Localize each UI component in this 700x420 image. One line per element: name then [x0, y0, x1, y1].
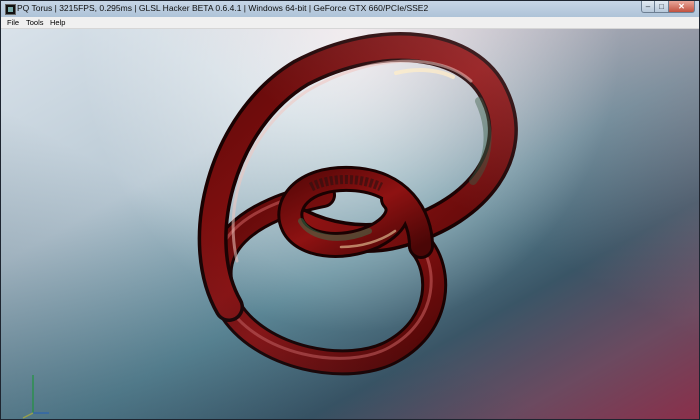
close-button[interactable]: ✕: [669, 1, 695, 13]
minimize-button[interactable]: –: [641, 1, 655, 13]
axis-gizmo: [22, 375, 49, 419]
close-icon: ✕: [678, 2, 685, 11]
torus-knot-render: [197, 32, 518, 376]
title-bar[interactable]: PQ Torus | 3215FPS, 0.295ms | GLSL Hacke…: [1, 1, 699, 17]
minimize-icon: –: [645, 2, 651, 11]
menu-help[interactable]: Help: [50, 17, 65, 28]
render-viewport[interactable]: [1, 29, 699, 419]
window-controls: – □ ✕: [641, 1, 695, 14]
maximize-button[interactable]: □: [655, 1, 669, 13]
window-title: PQ Torus | 3215FPS, 0.295ms | GLSL Hacke…: [17, 3, 429, 13]
menu-bar: File Tools Help: [1, 17, 699, 29]
menu-tools[interactable]: Tools: [26, 17, 44, 28]
menu-file[interactable]: File: [7, 17, 19, 28]
axis-z: [22, 412, 34, 419]
maximize-icon: □: [659, 2, 664, 11]
app-icon: [5, 4, 16, 15]
app-window: PQ Torus | 3215FPS, 0.295ms | GLSL Hacke…: [0, 0, 700, 420]
